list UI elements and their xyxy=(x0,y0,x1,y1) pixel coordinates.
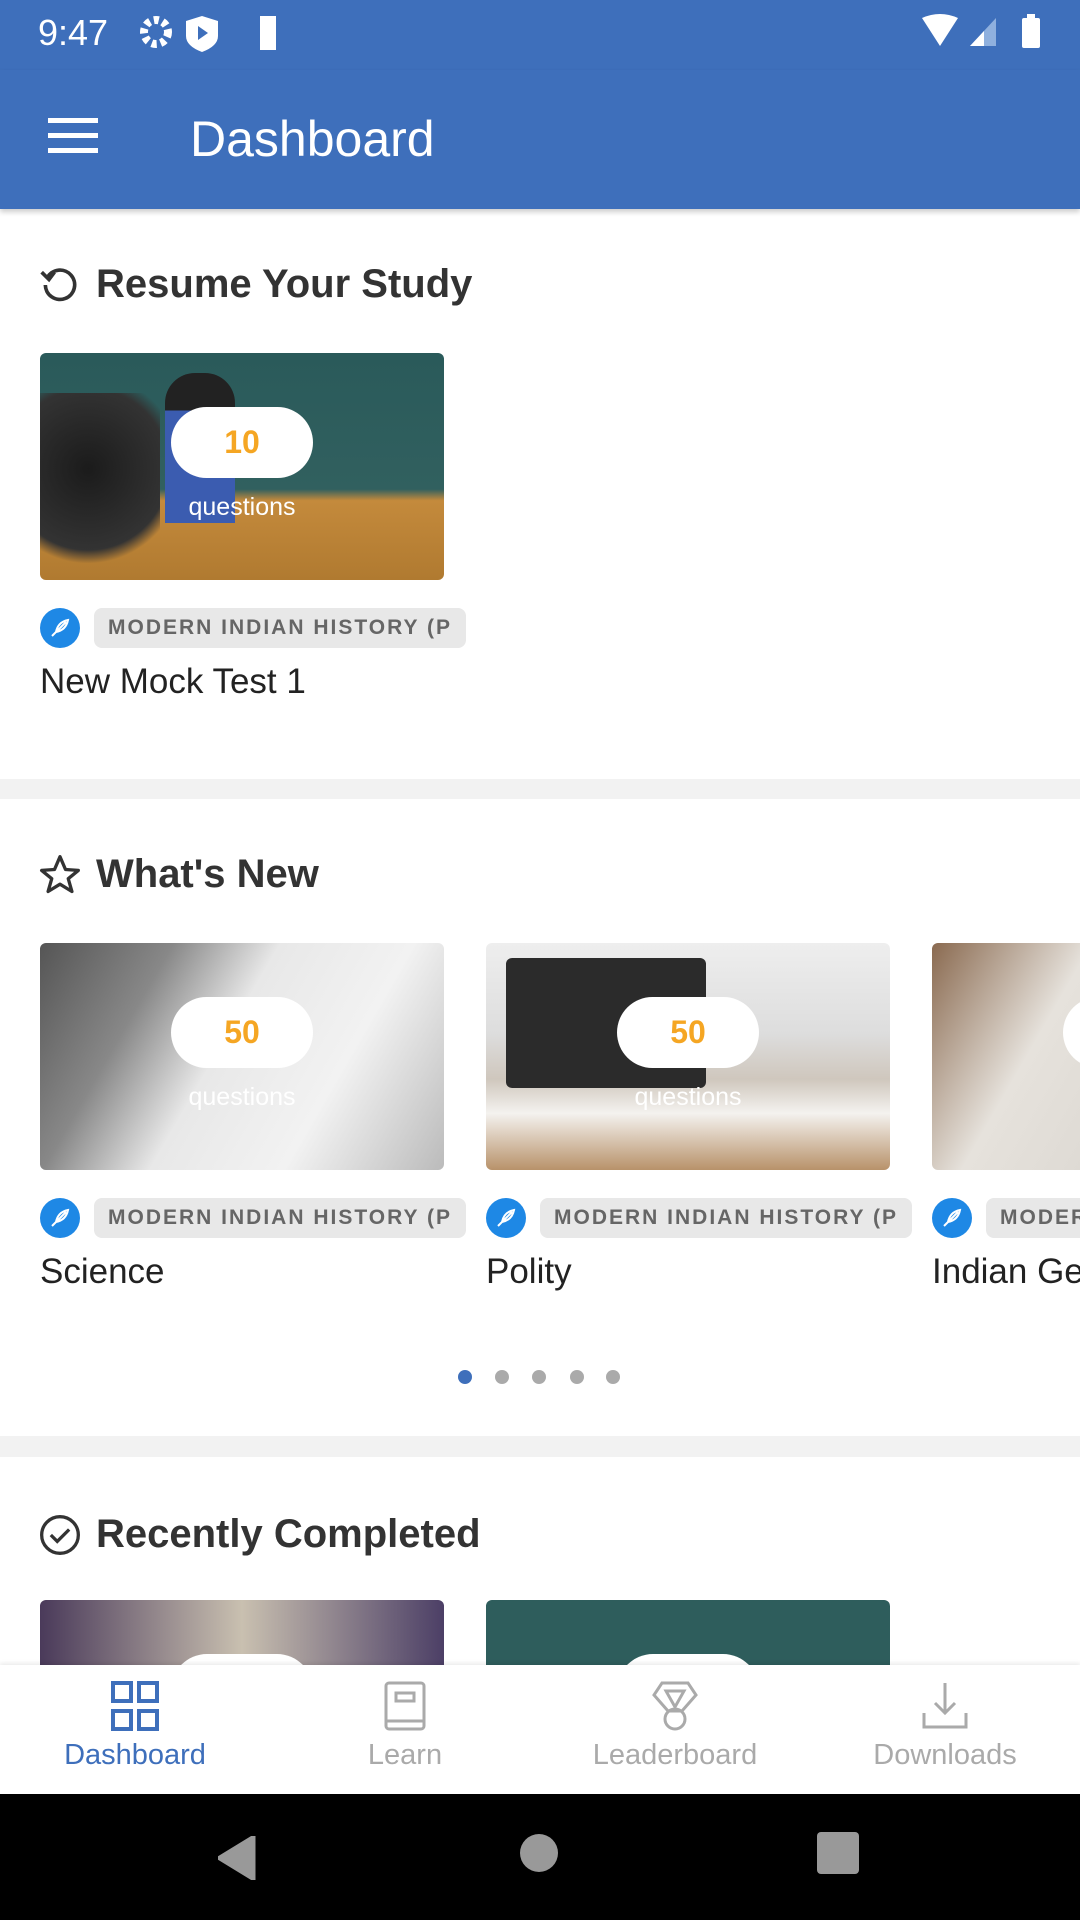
feather-icon xyxy=(40,1198,80,1238)
subject-tag: MODERN INDIAN HISTORY (P xyxy=(986,1198,1080,1238)
status-notification-icons xyxy=(140,16,276,52)
divider xyxy=(0,1436,1080,1457)
nav-learn[interactable]: Learn xyxy=(270,1665,540,1794)
heading-text: Resume Your Study xyxy=(96,262,473,306)
subject-tag: MODERN INDIAN HISTORY (P xyxy=(540,1198,912,1238)
nav-leaderboard[interactable]: Leaderboard xyxy=(540,1665,810,1794)
nav-label: Learn xyxy=(367,1739,443,1771)
feather-icon xyxy=(486,1198,526,1238)
check-circle-icon xyxy=(40,1514,80,1555)
status-bar: 9:47 xyxy=(0,0,1080,70)
hamburger-icon[interactable] xyxy=(48,118,98,154)
back-icon[interactable] xyxy=(218,1836,258,1880)
feather-icon xyxy=(40,608,80,648)
question-count: 50 xyxy=(171,997,313,1068)
card-thumbnail: 10 questions xyxy=(40,353,444,580)
nav-label: Downloads xyxy=(873,1739,1017,1771)
question-count: 10 xyxy=(171,407,313,478)
card-title: Indian Ge xyxy=(932,1252,1080,1291)
pager-dot-active[interactable] xyxy=(458,1370,472,1384)
question-count xyxy=(1063,997,1080,1068)
card-title: New Mock Test 1 xyxy=(40,662,306,701)
nav-label: Leaderboard xyxy=(592,1739,758,1771)
question-label: questions xyxy=(634,1083,742,1111)
nav-dashboard[interactable]: Dashboard xyxy=(0,1665,270,1794)
app-bar: Dashboard xyxy=(0,70,1080,209)
section-heading-whats-new: What's New xyxy=(38,852,319,897)
bottom-navigation: Dashboard Learn Leaderboard Downloads xyxy=(0,1665,1080,1794)
card-thumbnail xyxy=(932,943,1080,1170)
recents-icon[interactable] xyxy=(817,1832,859,1874)
nav-label: Dashboard xyxy=(64,1739,206,1771)
whats-new-card[interactable]: 50 questions MODERN INDIAN HISTORY (P Po… xyxy=(486,943,912,1292)
download-icon xyxy=(922,1683,968,1729)
pager-dot[interactable] xyxy=(495,1370,509,1384)
subject-tag: MODERN INDIAN HISTORY (P xyxy=(94,608,466,648)
section-heading-resume: Resume Your Study xyxy=(38,262,472,307)
question-count: 50 xyxy=(617,997,759,1068)
pager-dot[interactable] xyxy=(570,1370,584,1384)
whats-new-carousel[interactable]: 50 questions MODERN INDIAN HISTORY (P Sc… xyxy=(0,943,1080,1343)
card-thumbnail: 50 questions xyxy=(486,943,890,1170)
system-navigation-bar xyxy=(0,1794,1080,1920)
home-icon[interactable] xyxy=(519,1833,559,1873)
divider xyxy=(0,779,1080,799)
star-icon xyxy=(40,854,80,893)
page-title: Dashboard xyxy=(190,111,435,167)
section-heading-recently-completed: Recently Completed xyxy=(38,1512,481,1557)
whats-new-card[interactable]: MODERN INDIAN HISTORY (P Indian Ge xyxy=(932,943,1080,1292)
whats-new-card[interactable]: 50 questions MODERN INDIAN HISTORY (P Sc… xyxy=(40,943,466,1292)
dashboard-grid-icon xyxy=(111,1681,159,1731)
status-time: 9:47 xyxy=(38,12,109,53)
subject-tag: MODERN INDIAN HISTORY (P xyxy=(94,1198,466,1238)
book-icon xyxy=(384,1681,426,1731)
pager-dot[interactable] xyxy=(532,1370,546,1384)
heading-text: What's New xyxy=(96,852,319,896)
feather-icon xyxy=(932,1198,972,1238)
nav-downloads[interactable]: Downloads xyxy=(810,1665,1080,1794)
card-title: Science xyxy=(40,1252,165,1291)
card-thumbnail: 50 questions xyxy=(40,943,444,1170)
question-label: questions xyxy=(188,493,296,521)
history-icon xyxy=(40,267,77,301)
resume-card[interactable]: 10 questions MODERN INDIAN HISTORY (P Ne… xyxy=(40,353,466,702)
question-label: questions xyxy=(188,1083,296,1111)
completed-card-thumbnail[interactable] xyxy=(486,1600,890,1694)
completed-card-thumbnail[interactable] xyxy=(40,1600,444,1694)
heading-text: Recently Completed xyxy=(96,1512,481,1556)
medal-icon xyxy=(652,1681,698,1731)
pager-dot[interactable] xyxy=(606,1370,620,1384)
status-system-icons xyxy=(922,14,1040,48)
card-title: Polity xyxy=(486,1252,572,1291)
